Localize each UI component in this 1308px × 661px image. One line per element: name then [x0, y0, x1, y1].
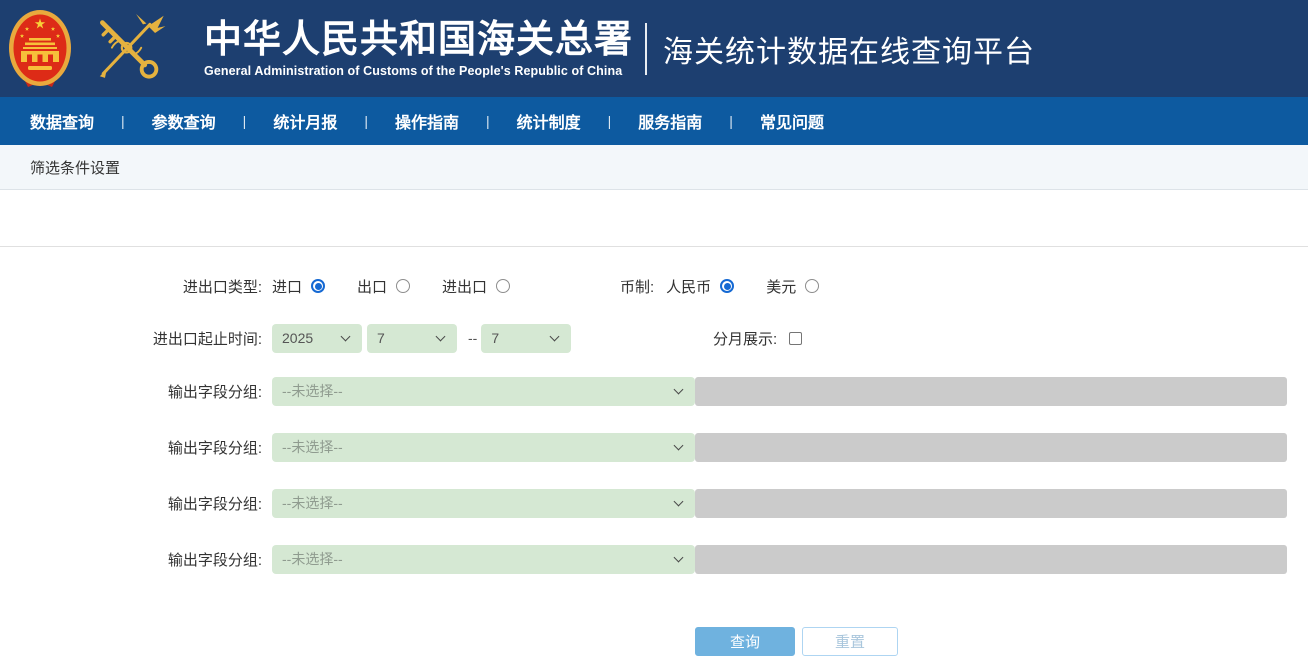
- nav-separator: |: [608, 113, 612, 129]
- monthly-display-label: 分月展示:: [713, 328, 777, 349]
- form-row-output-group-3: 输出字段分组: --未选择--: [0, 489, 1308, 518]
- output-group-label: 输出字段分组:: [0, 437, 262, 458]
- date-range-separator: --: [468, 330, 477, 346]
- date-range-controls: 2025 7 -- 7: [272, 324, 576, 353]
- output-values-box-2: [695, 433, 1287, 462]
- radio-option-rmb[interactable]: 人民币: [666, 276, 734, 297]
- nav-separator: |: [729, 113, 733, 129]
- radio-export[interactable]: [396, 279, 410, 293]
- radio-option-export[interactable]: 出口: [357, 276, 410, 297]
- reset-button[interactable]: 重置: [802, 627, 898, 656]
- output-group-label: 输出字段分组:: [0, 381, 262, 402]
- start-month-select[interactable]: 7: [367, 324, 457, 353]
- nav-separator: |: [364, 113, 368, 129]
- monthly-display-group: 分月展示:: [713, 323, 802, 353]
- output-group-label: 输出字段分组:: [0, 493, 262, 514]
- nav-item-param-query[interactable]: 参数查询: [152, 109, 216, 133]
- trade-type-label: 进出口类型:: [0, 276, 262, 297]
- form-row-output-group-1: 输出字段分组: --未选择--: [0, 377, 1308, 406]
- query-button[interactable]: 查询: [695, 627, 795, 656]
- nav-separator: |: [486, 113, 490, 129]
- org-title-cn: 中华人民共和国海关总署: [204, 19, 633, 61]
- output-group-select-1[interactable]: --未选择--: [272, 377, 695, 406]
- breadcrumb-bar: 筛选条件设置: [0, 145, 1308, 190]
- output-group-controls: --未选择--: [272, 489, 1287, 518]
- date-range-label: 进出口起止时间:: [0, 328, 262, 349]
- output-values-box-3: [695, 489, 1287, 518]
- monthly-display-checkbox[interactable]: [789, 332, 802, 345]
- nav-item-service-guide[interactable]: 服务指南: [638, 109, 702, 133]
- nav-item-statistical-system[interactable]: 统计制度: [517, 109, 581, 133]
- filter-form: 进出口类型: 进口 出口 进出口 币制: 人民币: [0, 271, 1308, 656]
- trade-type-radio-group: 进口 出口 进出口: [272, 276, 542, 297]
- customs-key-caduceus-icon: [86, 10, 168, 88]
- currency-label: 币制:: [620, 276, 654, 297]
- output-group-controls: --未选择--: [272, 377, 1287, 406]
- output-group-controls: --未选择--: [272, 545, 1287, 574]
- form-row-trade-type: 进出口类型: 进口 出口 进出口 币制: 人民币: [0, 271, 1308, 301]
- filter-panel: 进出口类型: 进口 出口 进出口 币制: 人民币: [0, 190, 1308, 656]
- radio-option-import[interactable]: 进口: [272, 276, 325, 297]
- output-values-box-4: [695, 545, 1287, 574]
- form-row-output-group-2: 输出字段分组: --未选择--: [0, 433, 1308, 462]
- form-actions: 查询 重置: [0, 627, 1308, 656]
- header-divider: [645, 23, 647, 75]
- main-nav: 数据查询 | 参数查询 | 统计月报 | 操作指南 | 统计制度 | 服务指南 …: [0, 97, 1308, 145]
- national-emblem-icon: [8, 9, 72, 89]
- app-header: 中华人民共和国海关总署 General Administration of Cu…: [0, 0, 1308, 97]
- radio-import[interactable]: [311, 279, 325, 293]
- nav-item-monthly-report[interactable]: 统计月报: [273, 109, 337, 133]
- currency-radio-group: 币制: 人民币 美元: [620, 271, 851, 301]
- form-row-date-range: 进出口起止时间: 2025 7 -- 7 分月展示:: [0, 323, 1308, 353]
- output-group-select-3[interactable]: --未选择--: [272, 489, 695, 518]
- nav-separator: |: [243, 113, 247, 129]
- output-values-box-1: [695, 377, 1287, 406]
- nav-item-operation-guide[interactable]: 操作指南: [395, 109, 459, 133]
- radio-rmb[interactable]: [720, 279, 734, 293]
- radio-option-import-export[interactable]: 进出口: [442, 276, 510, 297]
- nav-item-data-query[interactable]: 数据查询: [30, 109, 94, 133]
- output-group-controls: --未选择--: [272, 433, 1287, 462]
- panel-divider: [0, 190, 1308, 247]
- radio-option-usd[interactable]: 美元: [766, 276, 819, 297]
- end-month-select[interactable]: 7: [481, 324, 571, 353]
- start-year-select[interactable]: 2025: [272, 324, 362, 353]
- page-title: 筛选条件设置: [30, 157, 120, 178]
- output-group-label: 输出字段分组:: [0, 549, 262, 570]
- nav-item-faq[interactable]: 常见问题: [760, 109, 824, 133]
- output-group-select-2[interactable]: --未选择--: [272, 433, 695, 462]
- org-title-en: General Administration of Customs of the…: [204, 64, 633, 78]
- output-group-select-4[interactable]: --未选择--: [272, 545, 695, 574]
- form-row-output-group-4: 输出字段分组: --未选择--: [0, 545, 1308, 574]
- nav-separator: |: [121, 113, 125, 129]
- org-title-block: 中华人民共和国海关总署 General Administration of Cu…: [204, 19, 633, 78]
- platform-title: 海关统计数据在线查询平台: [663, 27, 1035, 71]
- radio-usd[interactable]: [805, 279, 819, 293]
- radio-import-export[interactable]: [496, 279, 510, 293]
